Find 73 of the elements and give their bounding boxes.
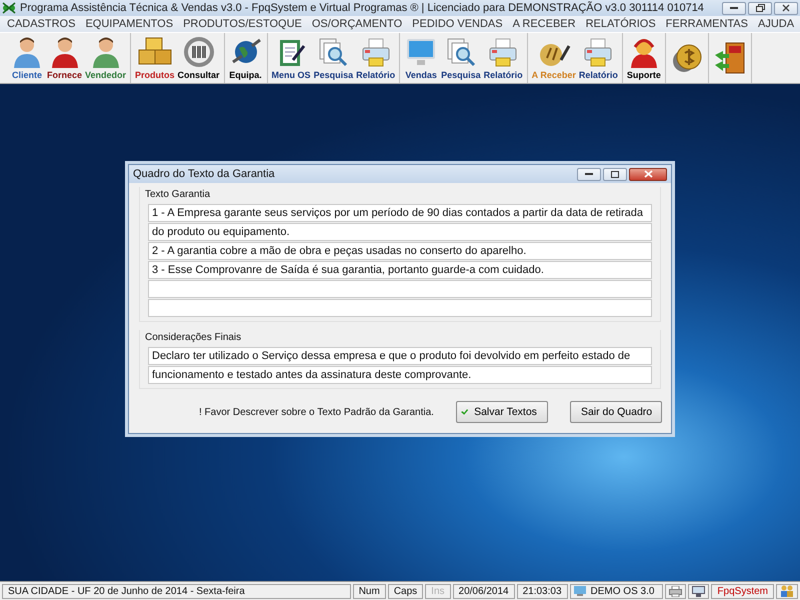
- group-label: Considerações Finais: [145, 332, 242, 343]
- text-field[interactable]: Declaro ter utilizado o Serviço dessa empresa e que o produto foi devolvido em perfeito estado de: [148, 347, 652, 365]
- toolbar-button[interactable]: Consultar: [176, 33, 221, 83]
- status-panel: FpqSystem: [711, 584, 774, 598]
- users-icon[interactable]: [780, 585, 794, 597]
- app-logo-icon: [2, 2, 16, 14]
- toolbar-button[interactable]: Pesquisa: [312, 33, 354, 83]
- close-icon: [782, 4, 790, 12]
- text-field[interactable]: 3 - Esse Comprovanre de Saída é sua garantia, portanto guarde-a com cuidado.: [148, 261, 652, 279]
- menu-item[interactable]: CADASTROS: [2, 18, 80, 30]
- text-field[interactable]: [148, 299, 652, 317]
- restore-icon: [756, 4, 764, 12]
- toolbar-button[interactable]: Pesquisa: [440, 33, 482, 83]
- toolbar-button[interactable]: Equipa.: [228, 33, 264, 83]
- toolbar-button[interactable]: Fornece: [46, 33, 84, 83]
- printer-icon[interactable]: [669, 586, 682, 596]
- printer-icon: [582, 36, 614, 68]
- status-panel: Caps: [388, 584, 424, 598]
- toolbar-button[interactable]: Relatório: [578, 33, 619, 83]
- menu-item[interactable]: A RECEBER: [508, 18, 581, 30]
- close-icon: [644, 170, 652, 178]
- hint-text: ! Favor Descrever sobre o Texto Padrão da Garantia.: [199, 406, 434, 418]
- close-button[interactable]: [774, 2, 798, 14]
- monitor-icon: [405, 36, 438, 68]
- text-field[interactable]: 1 - A Empresa garante seus serviços por um período de 90 dias contados a partir da data de retirada: [148, 204, 652, 222]
- minimize-icon: [730, 6, 738, 10]
- status-panel: Num: [352, 584, 386, 598]
- exit-button[interactable]: Sair do Quadro: [570, 401, 662, 423]
- menu-item[interactable]: PEDIDO VENDAS: [407, 18, 508, 30]
- menu-item[interactable]: EQUIPAMENTOS: [80, 18, 178, 30]
- dialog-title: Quadro do Texto da Garantia: [133, 168, 276, 180]
- minimize-button[interactable]: [577, 168, 601, 180]
- person-icon: [50, 36, 80, 68]
- toolbar-button[interactable]: Relatório: [355, 33, 396, 83]
- status-panel: 21:03:03: [516, 584, 568, 598]
- barcode-icon: [182, 36, 215, 68]
- maximize-icon: [611, 170, 619, 178]
- text-field[interactable]: [148, 280, 652, 298]
- menu-item[interactable]: FERRAMENTAS: [660, 18, 753, 30]
- status-panel: Ins: [425, 584, 451, 598]
- monitor-icon[interactable]: [692, 586, 706, 596]
- printer-icon: [487, 36, 520, 68]
- maximize-button[interactable]: [603, 168, 627, 180]
- window-title: Programa Assistência Técnica & Vendas v3.0 - FpqSystem e Virtual Programas ® | Licenciado para DEMONSTRAÇÃO v3.0 301114 010714: [20, 2, 705, 14]
- minimize-icon: [585, 172, 593, 176]
- text-field[interactable]: 2 - A garantia cobre a mão de obra e peças usadas no conserto do aparelho.: [148, 242, 652, 260]
- magnifier-documents-icon: [444, 36, 477, 68]
- save-button[interactable]: Salvar Textos: [456, 401, 548, 423]
- printer-icon: [360, 36, 392, 68]
- close-button[interactable]: [629, 168, 667, 180]
- status-panel: 20/06/2014: [452, 584, 515, 598]
- computer-icon: [574, 586, 586, 596]
- menu-item[interactable]: PRODUTOS/ESTOQUE: [178, 18, 307, 30]
- text-field[interactable]: do produto ou equipamento.: [148, 223, 652, 241]
- toolbar-button[interactable]: Vendedor: [84, 33, 128, 83]
- toolbar-button[interactable]: Vendas: [403, 33, 440, 83]
- toolbar-button[interactable]: Suporte: [626, 33, 662, 83]
- exit-door-icon: [712, 41, 747, 75]
- text-field[interactable]: funcionamento e testado antes da assinatura deste comprovante.: [148, 366, 652, 384]
- menu-item[interactable]: AJUDA: [752, 18, 800, 30]
- minimize-button[interactable]: [722, 2, 746, 14]
- toolbar-button[interactable]: Cliente: [9, 33, 45, 83]
- person-icon: [12, 36, 42, 68]
- magnifier-documents-icon: [317, 36, 350, 68]
- menu-item[interactable]: OS/ORÇAMENTO: [306, 18, 408, 30]
- group-label: Texto Garantia: [145, 189, 212, 200]
- toolbar-button[interactable]: Menu OS: [270, 33, 312, 83]
- toolbar-button[interactable]: Relatório: [482, 33, 524, 83]
- toolbar-button[interactable]: Produtos: [134, 33, 176, 83]
- restore-button[interactable]: [748, 2, 772, 14]
- person-icon: [90, 36, 121, 68]
- menu-item[interactable]: RELATÓRIOS: [580, 18, 661, 30]
- status-panel: SUA CIDADE - UF 20 de Junho de 2014 - Sexta-feira: [2, 584, 351, 598]
